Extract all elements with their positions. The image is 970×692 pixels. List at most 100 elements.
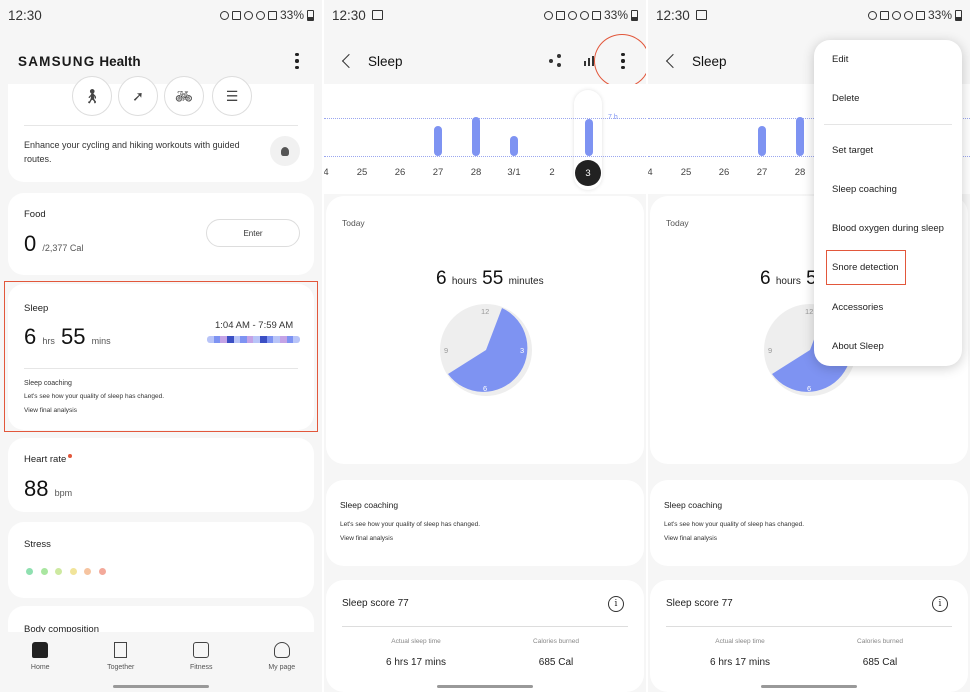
menu-item-about-sleep[interactable]: About Sleep bbox=[832, 341, 884, 352]
chart-icon[interactable] bbox=[584, 55, 594, 66]
more-options-menu: Edit Delete Set target Sleep coaching Bl… bbox=[814, 40, 962, 366]
sleep-coaching-card[interactable]: Sleep coaching Let's see how your qualit… bbox=[326, 480, 644, 566]
menu-item-set-target[interactable]: Set target bbox=[832, 145, 873, 156]
info-icon[interactable]: i bbox=[932, 596, 948, 612]
sleep-card-highlight bbox=[4, 281, 318, 432]
chart-x-label[interactable]: 28 bbox=[788, 167, 812, 178]
actual-sleep-label: Actual sleep time bbox=[715, 638, 765, 645]
stress-dot bbox=[69, 568, 77, 575]
chart-x-label[interactable]: 2 bbox=[540, 167, 564, 178]
stress-dot bbox=[98, 568, 106, 575]
signal-icon bbox=[915, 10, 925, 20]
back-icon[interactable] bbox=[665, 53, 681, 69]
baseline bbox=[324, 156, 646, 157]
sleep-coaching-text: Let's see how your quality of sleep has … bbox=[340, 521, 480, 528]
more-options-highlight bbox=[594, 34, 646, 88]
status-icons: 33% bbox=[867, 8, 962, 22]
battery-icon bbox=[955, 9, 962, 21]
target-label: 7 h bbox=[608, 114, 618, 121]
sleep-screen: 12:30 33% Sleep 7 h 4 25 26 27 28 3/1 2 3 T bbox=[324, 0, 646, 692]
battery-percent: 33% bbox=[927, 8, 952, 22]
run-icon[interactable]: ➚ bbox=[118, 76, 158, 116]
chart-x-label[interactable]: 28 bbox=[464, 167, 488, 178]
list-icon[interactable]: ☰ bbox=[212, 76, 252, 116]
alarm-icon bbox=[543, 10, 553, 20]
heart-rate-card[interactable]: Heart rate 88 bpm bbox=[8, 438, 314, 512]
menu-item-blood-oxygen[interactable]: Blood oxygen during sleep bbox=[832, 223, 944, 234]
workout-text: Enhance your cycling and hiking workouts… bbox=[24, 140, 240, 164]
sleep-coaching-card[interactable]: Sleep coaching Let's see how your qualit… bbox=[650, 480, 968, 566]
battery-percent: 33% bbox=[279, 8, 304, 22]
status-bar: 12:30 33% bbox=[648, 0, 970, 30]
chart-x-label[interactable]: 26 bbox=[388, 167, 412, 178]
stress-dot bbox=[26, 568, 33, 575]
battery-icon bbox=[307, 9, 314, 21]
chart-x-label[interactable]: 27 bbox=[750, 167, 774, 178]
chart-bar[interactable] bbox=[510, 136, 518, 156]
food-enter-button[interactable]: Enter bbox=[206, 219, 300, 247]
sleep-summary-card: Today 6 hours 55 minutes 12 3 6 9 bbox=[326, 196, 644, 464]
battery-icon bbox=[631, 9, 638, 21]
chart-bar[interactable] bbox=[585, 118, 593, 156]
wifi-icon bbox=[579, 10, 589, 20]
nav-together[interactable]: Together bbox=[81, 632, 162, 692]
chart-x-label[interactable]: 4 bbox=[648, 167, 662, 178]
walk-icon[interactable]: 🚶︎ bbox=[72, 76, 112, 116]
menu-item-delete[interactable]: Delete bbox=[832, 93, 859, 104]
share-icon[interactable] bbox=[549, 54, 562, 68]
chart-bar[interactable] bbox=[472, 116, 480, 156]
wifi-icon bbox=[903, 10, 913, 20]
chart-x-label[interactable]: 4 bbox=[324, 167, 338, 178]
nav-home[interactable]: Home bbox=[0, 632, 81, 692]
bike-icon[interactable]: 🚲︎ bbox=[164, 76, 204, 116]
stress-card[interactable]: Stress bbox=[8, 522, 314, 598]
menu-item-sleep-coaching[interactable]: Sleep coaching bbox=[832, 184, 897, 195]
heart-rate-title: Heart rate bbox=[24, 454, 73, 465]
back-icon[interactable] bbox=[341, 53, 357, 69]
calories-label: Calories burned bbox=[533, 638, 579, 645]
nav-fitness[interactable]: Fitness bbox=[161, 632, 242, 692]
flag-icon bbox=[114, 642, 128, 658]
nav-my-page[interactable]: My page bbox=[242, 632, 323, 692]
sleep-score-card: Sleep score 77 i Actual sleep time 6 hrs… bbox=[326, 580, 644, 692]
bottom-nav: Home Together Fitness My page bbox=[0, 632, 322, 692]
divider bbox=[24, 125, 298, 126]
bluetooth-icon bbox=[879, 10, 889, 20]
battery-percent: 33% bbox=[603, 8, 628, 22]
home-indicator bbox=[437, 685, 533, 688]
more-options-icon[interactable] bbox=[290, 52, 304, 70]
actual-sleep-value: 6 hrs 17 mins bbox=[385, 657, 447, 668]
home-indicator bbox=[761, 685, 857, 688]
mute-icon bbox=[891, 10, 901, 20]
chart-bar[interactable] bbox=[796, 116, 804, 156]
chart-x-label[interactable]: 25 bbox=[674, 167, 698, 178]
home-indicator bbox=[113, 685, 209, 688]
chart-bar[interactable] bbox=[758, 126, 766, 156]
actual-sleep-value: 6 hrs 17 mins bbox=[709, 657, 771, 668]
stress-title: Stress bbox=[24, 539, 51, 550]
chart-x-label[interactable]: 26 bbox=[712, 167, 736, 178]
chart-bar[interactable] bbox=[434, 126, 442, 156]
bluetooth-icon bbox=[231, 10, 241, 20]
divider bbox=[342, 626, 628, 627]
food-card[interactable]: Food 0 /2,377 Cal Enter bbox=[8, 193, 314, 275]
calories-label: Calories burned bbox=[857, 638, 903, 645]
wifi-icon bbox=[255, 10, 265, 20]
menu-item-edit[interactable]: Edit bbox=[832, 54, 848, 65]
chart-x-label[interactable]: 3/1 bbox=[502, 167, 526, 178]
menu-separator bbox=[824, 124, 952, 125]
divider bbox=[666, 626, 952, 627]
stress-dot bbox=[40, 568, 48, 575]
view-final-analysis-link[interactable]: View final analysis bbox=[340, 532, 393, 546]
menu-item-accessories[interactable]: Accessories bbox=[832, 302, 883, 313]
selected-day[interactable]: 3 bbox=[575, 160, 601, 186]
status-bar: 12:30 33% bbox=[0, 0, 322, 30]
sleep-clock: 12 3 6 9 bbox=[440, 304, 532, 396]
view-final-analysis-link[interactable]: View final analysis bbox=[664, 532, 717, 546]
chart-x-label[interactable]: 25 bbox=[350, 167, 374, 178]
info-icon[interactable]: i bbox=[608, 596, 624, 612]
bulb-icon[interactable] bbox=[270, 136, 300, 166]
chart-x-label[interactable]: 27 bbox=[426, 167, 450, 178]
target-line bbox=[324, 118, 646, 119]
user-icon bbox=[273, 642, 290, 658]
